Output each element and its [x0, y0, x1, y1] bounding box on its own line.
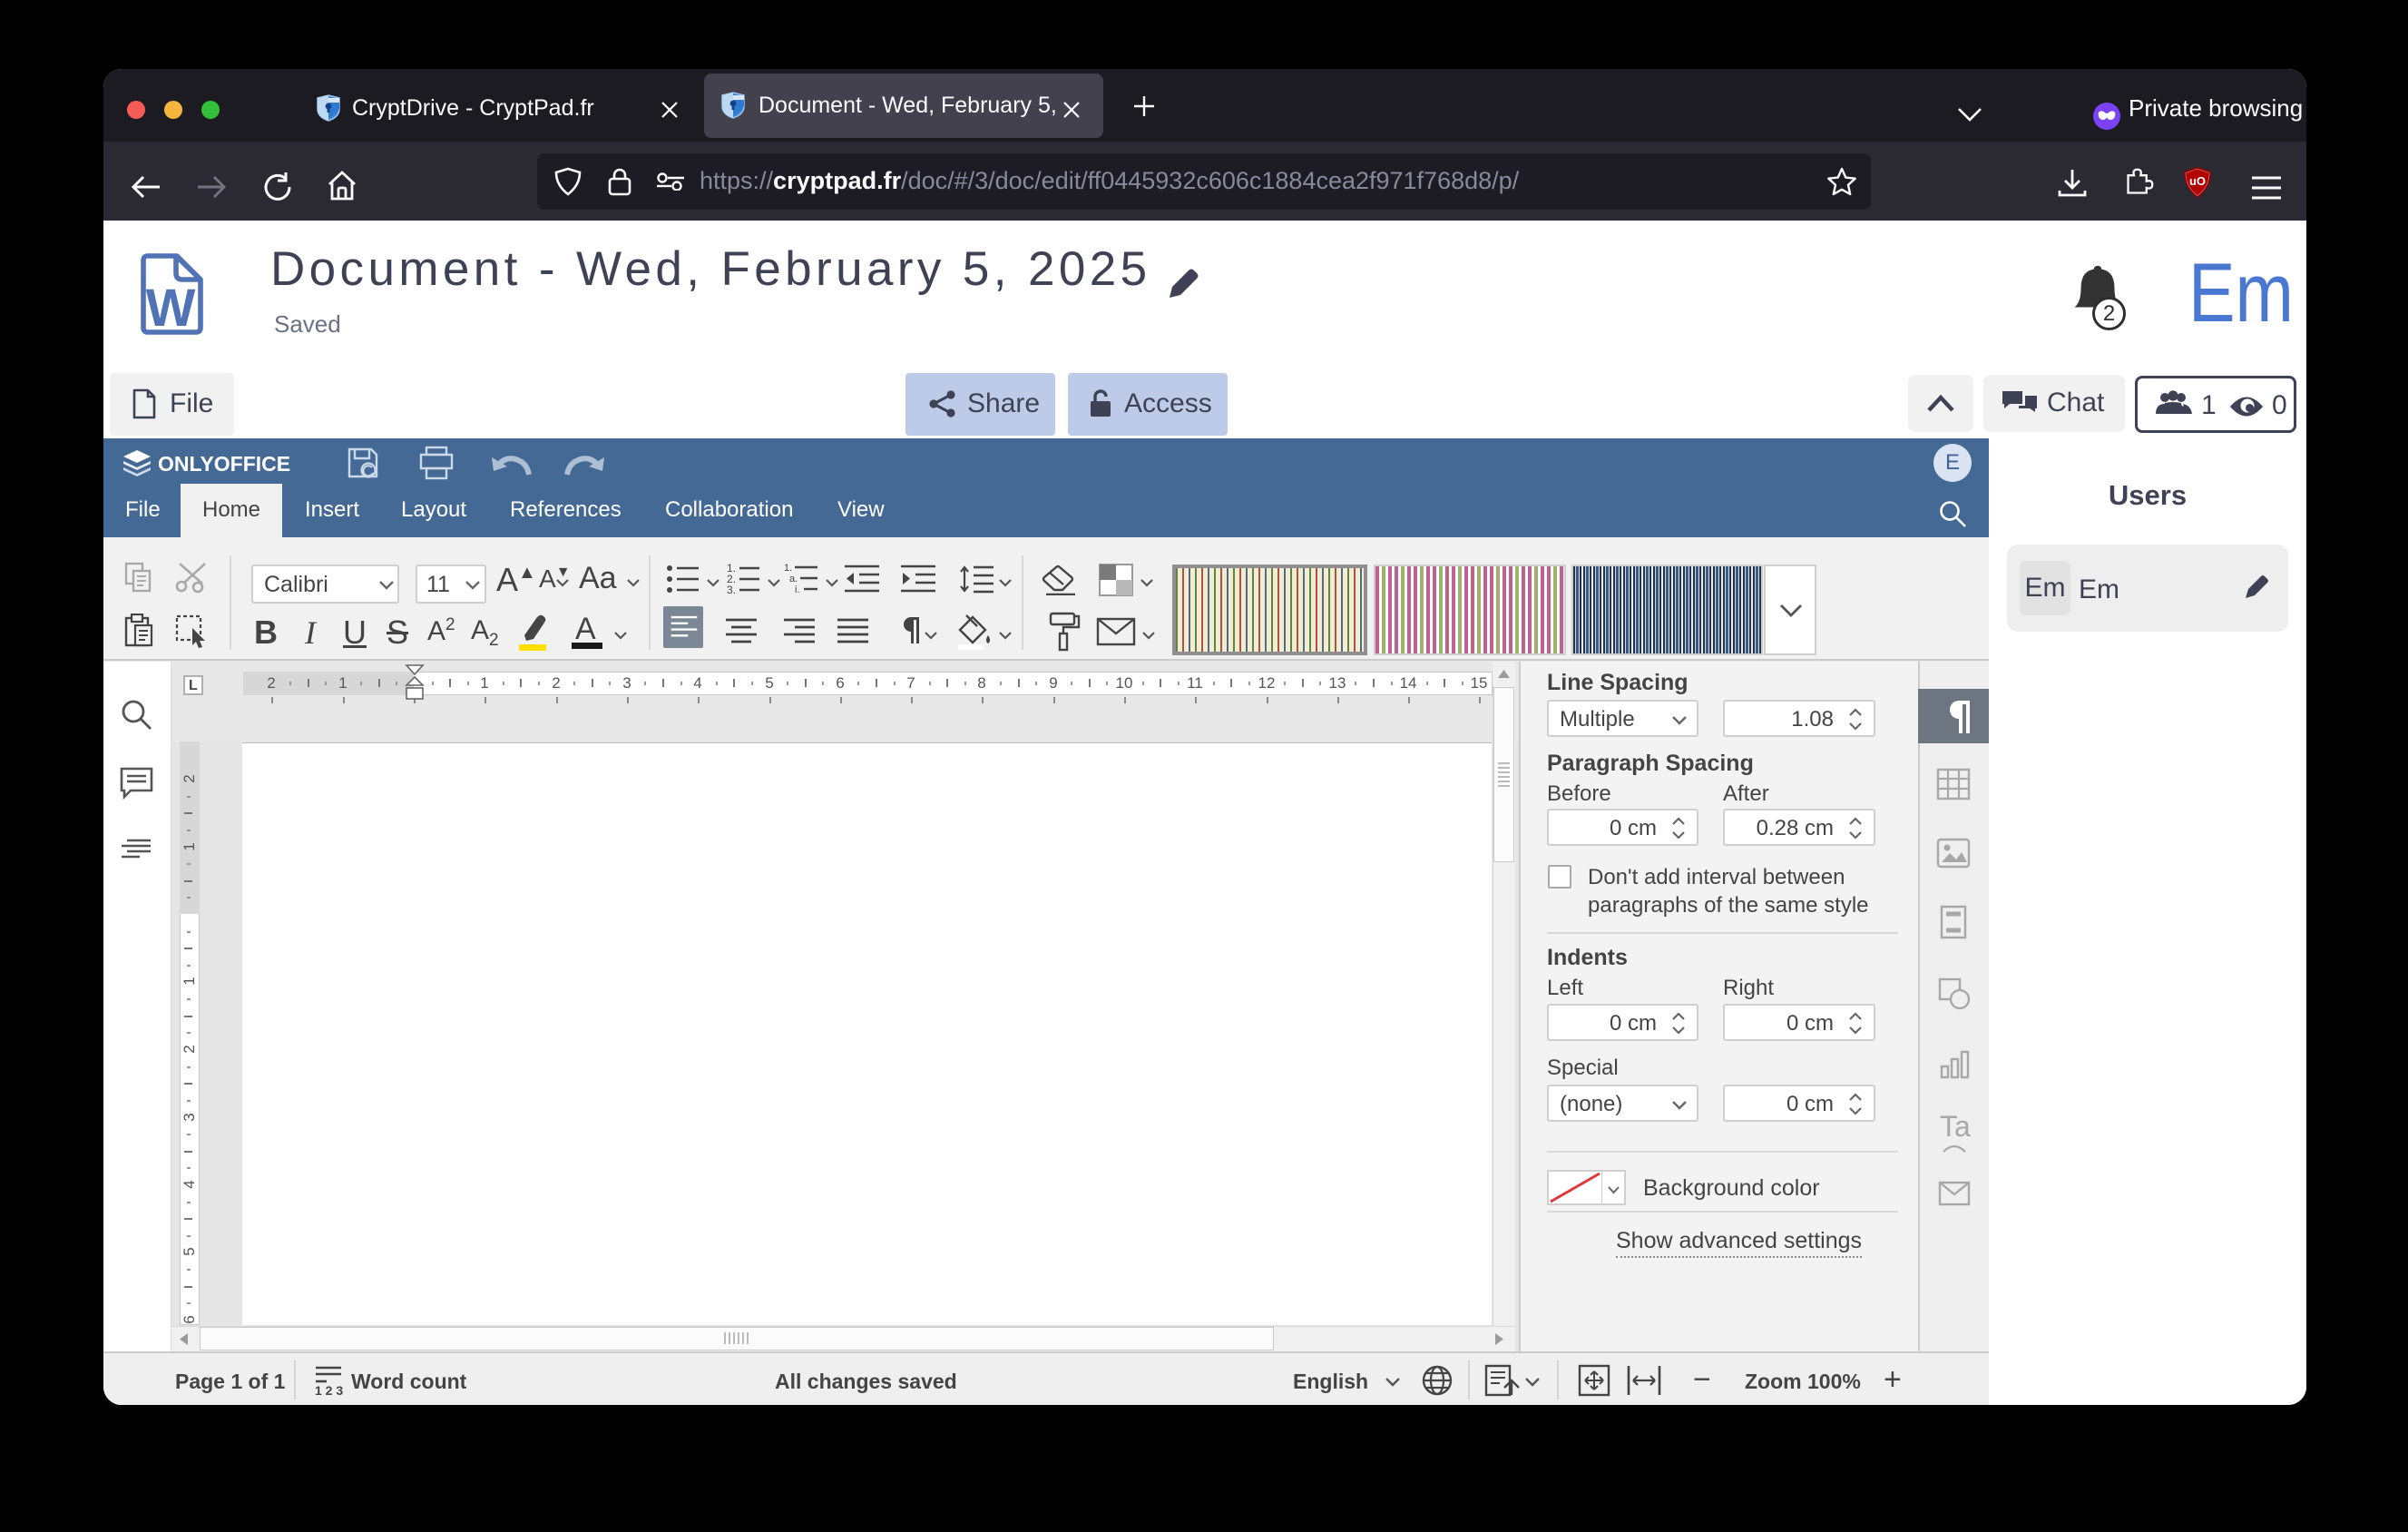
svg-text:uO: uO	[2189, 174, 2206, 188]
svg-text:1 2 3: 1 2 3	[315, 1383, 343, 1397]
svg-text:1.: 1.	[784, 563, 792, 574]
svg-text:a.: a.	[789, 574, 798, 584]
svg-text:W: W	[146, 279, 196, 336]
svg-text:i.: i.	[795, 584, 800, 595]
svg-text:3.: 3.	[727, 584, 736, 595]
